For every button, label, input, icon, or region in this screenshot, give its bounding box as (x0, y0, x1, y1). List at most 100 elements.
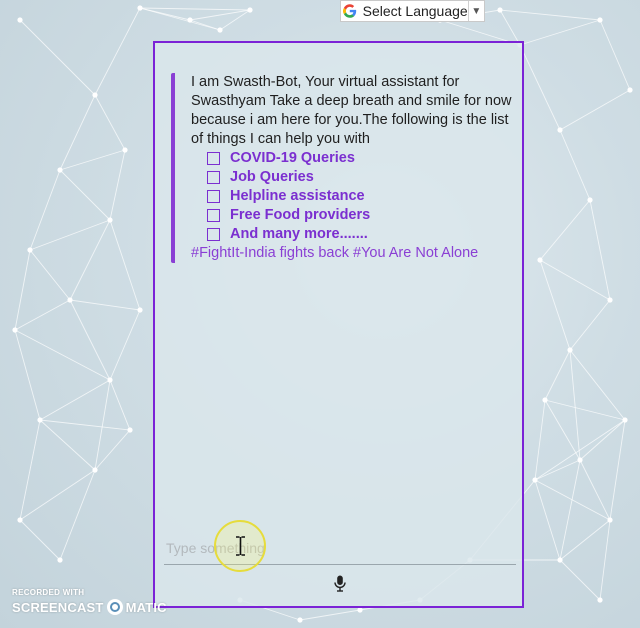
network-line (139, 7, 251, 11)
network-node (107, 217, 113, 223)
network-line (69, 219, 111, 301)
network-line (534, 479, 561, 561)
microphone-button[interactable] (332, 573, 348, 593)
network-line (189, 9, 251, 21)
option-helpline-assistance[interactable]: Helpline assistance (207, 187, 521, 206)
option-many-more[interactable]: And many more....... (207, 225, 521, 244)
network-node (497, 7, 503, 13)
network-node (597, 597, 603, 603)
network-node (557, 127, 563, 133)
network-line (94, 7, 141, 96)
brand-left: SCREENCAST (12, 599, 104, 615)
network-node (17, 517, 23, 523)
checkbox-icon[interactable] (207, 228, 220, 241)
language-selector[interactable]: Select Language ▼ (340, 0, 485, 22)
network-line (14, 329, 111, 381)
network-node (57, 557, 63, 563)
network-line (19, 19, 96, 96)
network-node (557, 557, 563, 563)
network-line (534, 399, 546, 481)
network-line (109, 149, 126, 221)
google-g-icon (343, 4, 357, 18)
network-node (537, 257, 543, 263)
network-line (544, 349, 571, 401)
option-label: Free Food providers (230, 207, 371, 223)
network-line (579, 419, 626, 461)
chat-window: I am Swasth-Bot, Your virtual assistant … (153, 41, 524, 608)
network-line (539, 259, 571, 351)
checkbox-icon[interactable] (207, 190, 220, 203)
bot-message-text: I am Swasth-Bot, Your virtual assistant … (191, 74, 512, 147)
microphone-icon (334, 575, 346, 592)
network-node (627, 87, 633, 93)
option-label: And many more....... (230, 226, 368, 242)
network-line (29, 249, 71, 301)
network-node (92, 92, 98, 98)
network-line (534, 479, 611, 521)
option-covid-queries[interactable]: COVID-19 Queries (207, 149, 521, 168)
network-node (567, 347, 573, 353)
network-node (37, 417, 43, 423)
option-label: Job Queries (230, 169, 314, 185)
network-line (559, 519, 611, 561)
network-node (542, 397, 548, 403)
network-line (559, 129, 591, 201)
network-line (59, 149, 126, 171)
network-line (519, 19, 601, 46)
checkbox-icon[interactable] (207, 209, 220, 222)
network-line (559, 459, 581, 561)
network-node (107, 377, 113, 383)
network-line (29, 169, 61, 251)
network-line (139, 7, 221, 31)
network-line (569, 299, 611, 351)
network-node (137, 5, 143, 11)
network-line (14, 299, 71, 331)
network-line (299, 609, 361, 621)
network-line (59, 469, 96, 561)
network-node (577, 457, 583, 463)
network-line (539, 259, 611, 301)
network-line (219, 9, 251, 31)
option-job-queries[interactable]: Job Queries (207, 168, 521, 187)
network-node (622, 417, 628, 423)
screencast-watermark: RECORDED WITH SCREENCAST MATIC (12, 588, 167, 615)
network-line (19, 469, 96, 521)
network-line (534, 419, 626, 481)
network-node (17, 17, 23, 23)
network-node (532, 477, 538, 483)
network-line (559, 89, 631, 131)
network-line (559, 559, 601, 601)
network-line (609, 419, 626, 521)
network-line (19, 419, 41, 521)
network-node (607, 297, 613, 303)
network-node (187, 17, 193, 23)
option-free-food-providers[interactable]: Free Food providers (207, 206, 521, 225)
network-line (69, 299, 141, 311)
network-node (137, 307, 143, 313)
network-line (94, 379, 111, 471)
network-node (587, 197, 593, 203)
network-line (189, 19, 221, 31)
network-line (94, 94, 126, 151)
network-node (67, 297, 73, 303)
network-line (579, 459, 611, 521)
network-line (599, 19, 631, 91)
network-node (297, 617, 303, 623)
network-line (519, 44, 561, 131)
recorded-with-label: RECORDED WITH (12, 588, 85, 597)
network-line (14, 329, 41, 421)
network-line (499, 9, 601, 21)
dropdown-arrow-icon[interactable]: ▼ (467, 1, 484, 21)
network-line (109, 309, 141, 381)
option-list: COVID-19 Queries Job Queries Helpline as… (191, 149, 521, 244)
checkbox-icon[interactable] (207, 152, 220, 165)
network-node (122, 147, 128, 153)
network-line (109, 379, 131, 431)
option-label: Helpline assistance (230, 188, 365, 204)
network-line (39, 419, 131, 431)
checkbox-icon[interactable] (207, 171, 220, 184)
network-node (357, 607, 363, 613)
network-node (57, 167, 63, 173)
network-line (29, 219, 111, 251)
screencast-o-icon (106, 599, 123, 615)
